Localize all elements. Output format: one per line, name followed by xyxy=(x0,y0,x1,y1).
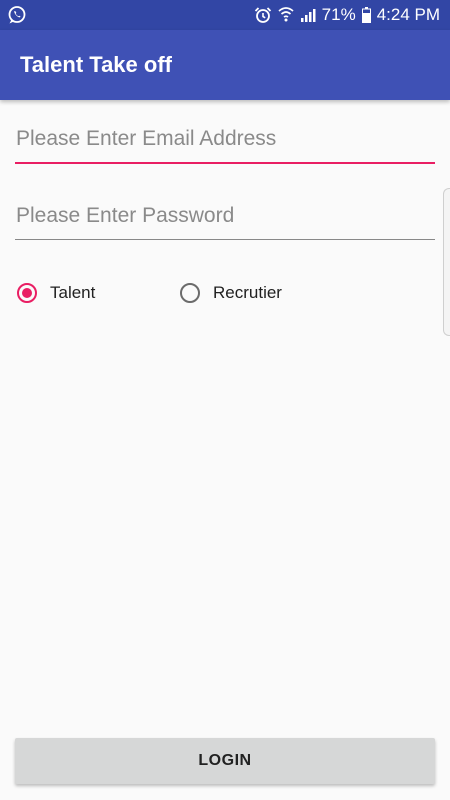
email-field-container xyxy=(15,122,435,164)
wifi-icon xyxy=(278,6,294,24)
recruiter-radio-option[interactable]: Recrutier xyxy=(180,278,282,308)
app-title: Talent Take off xyxy=(20,52,172,77)
email-field[interactable] xyxy=(15,122,435,156)
talent-radio-label: Talent xyxy=(50,283,96,302)
talent-radio-option[interactable]: Talent xyxy=(17,278,95,308)
battery-icon xyxy=(361,7,371,23)
clock: 4:24 PM xyxy=(376,5,440,24)
password-underline xyxy=(15,239,435,240)
app-bar: Talent Take off xyxy=(0,30,450,100)
battery-percent: 71% xyxy=(321,5,356,24)
password-field[interactable] xyxy=(15,199,435,233)
signal-icon xyxy=(300,7,316,23)
password-field-container xyxy=(15,199,435,240)
alarm-icon xyxy=(254,6,272,24)
edge-panel-handle[interactable] xyxy=(443,188,450,336)
whatsapp-icon xyxy=(7,5,27,25)
email-underline xyxy=(15,162,435,164)
recruiter-radio-label: Recrutier xyxy=(213,283,282,302)
role-radio-group: Talent Recrutier xyxy=(17,278,437,308)
login-button[interactable]: LOGIN xyxy=(15,738,435,784)
talent-radio-button[interactable] xyxy=(17,283,37,303)
status-bar: 71% 4:24 PM xyxy=(0,0,450,30)
recruiter-radio-button[interactable] xyxy=(180,283,200,303)
